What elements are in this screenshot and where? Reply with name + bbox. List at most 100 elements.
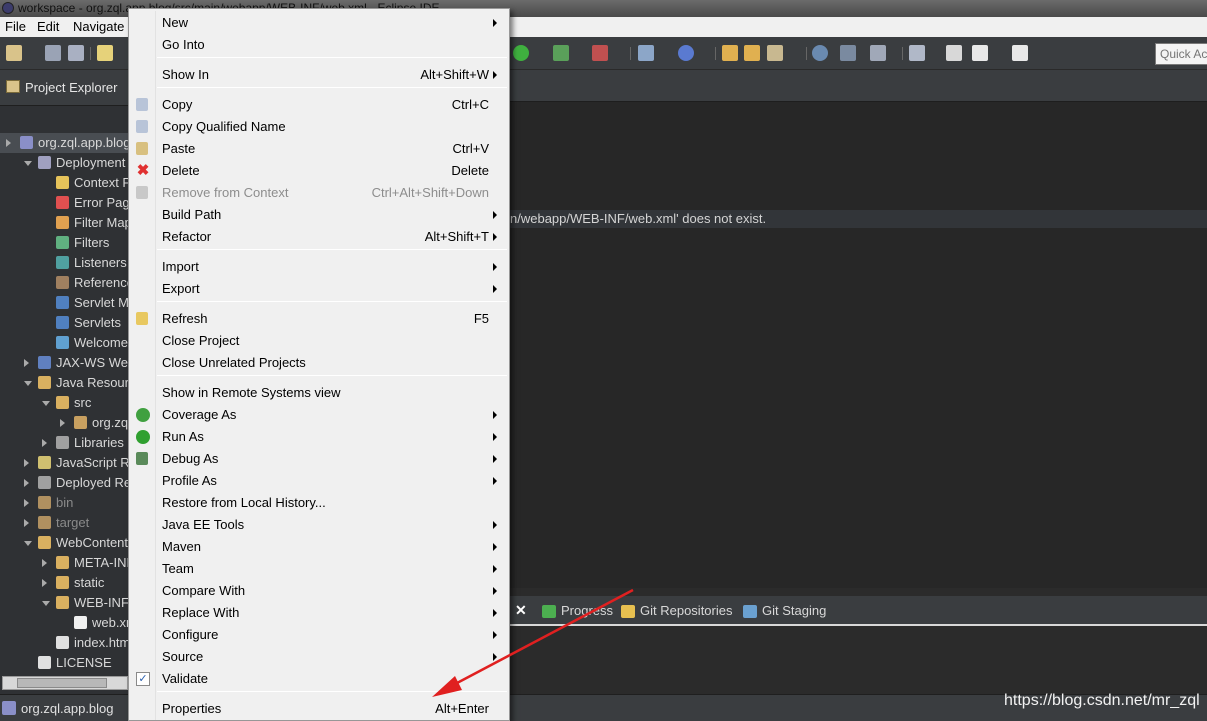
menu-item-label: Export — [162, 281, 200, 296]
expanded-arrow-icon[interactable] — [42, 401, 50, 406]
collapsed-arrow-icon[interactable] — [24, 479, 29, 487]
search-icon[interactable] — [840, 45, 856, 61]
expanded-arrow-icon[interactable] — [24, 541, 32, 546]
expanded-arrow-icon[interactable] — [24, 161, 32, 166]
collapsed-arrow-icon[interactable] — [42, 559, 47, 567]
new-icon[interactable] — [6, 45, 22, 61]
tree-item-meta-inf[interactable]: META-INF — [0, 553, 134, 573]
collapsed-arrow-icon[interactable] — [6, 139, 11, 147]
menu-item-close-unrelated-projects[interactable]: Close Unrelated Projects — [131, 352, 507, 374]
tree-item-filters[interactable]: Filters — [0, 233, 130, 253]
open-folder-icon[interactable] — [722, 45, 738, 61]
menu-item-go-into[interactable]: Go Into — [131, 34, 507, 56]
run-server-icon[interactable] — [553, 45, 569, 61]
tree-item-java-resources[interactable]: Java Resources — [0, 373, 149, 393]
tree-item-webcontent[interactable]: WebContent — [0, 533, 130, 553]
edit-icon[interactable] — [767, 45, 783, 61]
menu-item-show-in[interactable]: Show In Alt+Shift+W — [131, 64, 507, 86]
open-type-icon[interactable] — [97, 45, 113, 61]
menu-item-refresh[interactable]: Refresh F5 — [131, 308, 507, 330]
collapsed-arrow-icon[interactable] — [24, 459, 29, 467]
forward-icon[interactable] — [1012, 45, 1028, 61]
menu-item-restore-from-local-history[interactable]: Restore from Local History... — [131, 492, 507, 514]
tree-item-deployed-resources[interactable]: Deployed Resources — [0, 473, 177, 493]
menu-item-validate[interactable]: ✓ Validate — [131, 668, 507, 690]
tree-item-src[interactable]: src — [0, 393, 130, 413]
new-java-class-icon[interactable] — [678, 45, 694, 61]
menu-item-copy[interactable]: Copy Ctrl+C — [131, 94, 507, 116]
menu-item-new[interactable]: New — [131, 12, 507, 34]
expanded-arrow-icon[interactable] — [24, 381, 32, 386]
back-icon[interactable] — [946, 45, 962, 61]
web-browser-icon[interactable] — [812, 45, 828, 61]
tree-item-references[interactable]: References — [0, 273, 140, 293]
menu-item-debug-as[interactable]: Debug As — [131, 448, 507, 470]
tree-item-servlets[interactable]: Servlets — [0, 313, 130, 333]
back-history-icon[interactable] — [972, 45, 988, 61]
menu-item-configure[interactable]: Configure — [131, 624, 507, 646]
save-icon[interactable] — [45, 45, 61, 61]
stop-server-icon[interactable] — [592, 45, 608, 61]
tree-item-static[interactable]: static — [0, 573, 130, 593]
menu-item-properties[interactable]: Properties Alt+Enter — [131, 698, 507, 720]
menu-item-replace-with[interactable]: Replace With — [131, 602, 507, 624]
menu-item-refactor[interactable]: Refactor Alt+Shift+T — [131, 226, 507, 248]
tree-item-libraries[interactable]: Libraries — [0, 433, 130, 453]
menu-item-coverage-as[interactable]: Coverage As — [131, 404, 507, 426]
collapsed-arrow-icon[interactable] — [42, 579, 47, 587]
open-project-icon[interactable] — [744, 45, 760, 61]
tree-item-web-xml[interactable]: web.xml — [0, 613, 140, 633]
tree-item-project[interactable]: org.zql.app.blog — [0, 133, 131, 153]
tree-item-bin[interactable]: bin — [0, 493, 130, 513]
scrollbar-thumb[interactable] — [17, 678, 107, 688]
menu-item-import[interactable]: Import — [131, 256, 507, 278]
annotation-icon[interactable] — [870, 45, 886, 61]
menu-item-export[interactable]: Export — [131, 278, 507, 300]
menu-item-run-as[interactable]: Run As — [131, 426, 507, 448]
tree-item-error-pages[interactable]: Error Pages — [0, 193, 143, 213]
tree-item-jax-ws[interactable]: JAX-WS Web Services — [0, 353, 189, 373]
run-icon[interactable] — [513, 45, 529, 61]
menu-item-label: Coverage As — [162, 407, 237, 422]
menu-navigate[interactable]: Navigate — [69, 17, 128, 37]
tree-item-web-inf[interactable]: WEB-INF — [0, 593, 130, 613]
tree-item-listeners[interactable]: Listeners — [0, 253, 130, 273]
collapsed-arrow-icon[interactable] — [60, 419, 65, 427]
tree-item-license[interactable]: LICENSE — [0, 653, 130, 673]
quick-access-input[interactable] — [1155, 43, 1207, 65]
menu-item-profile-as[interactable]: Profile As — [131, 470, 507, 492]
tree-item-context-parameters[interactable]: Context Parameters — [0, 173, 190, 193]
menu-item-paste[interactable]: Paste Ctrl+V — [131, 138, 507, 160]
explorer-horizontal-scrollbar[interactable] — [2, 676, 128, 690]
save-all-icon[interactable] — [68, 45, 84, 61]
menu-item-copy-qualified-name[interactable]: Copy Qualified Name — [131, 116, 507, 138]
tree-item-package[interactable]: org.zql — [0, 413, 131, 433]
menu-edit[interactable]: Edit — [33, 17, 63, 37]
tree-item-filter-mappings[interactable]: Filter Mappings — [0, 213, 163, 233]
menu-item-close-project[interactable]: Close Project — [131, 330, 507, 352]
menu-item-build-path[interactable]: Build Path — [131, 204, 507, 226]
new-server-icon[interactable] — [638, 45, 654, 61]
tree-item-servlet-mappings[interactable]: Servlet Mappings — [0, 293, 174, 313]
menu-item-team[interactable]: Team — [131, 558, 507, 580]
menu-item-maven[interactable]: Maven — [131, 536, 507, 558]
tree-item-javascript-resources[interactable]: JavaScript Resources — [0, 453, 182, 473]
close-icon[interactable]: ✕ — [515, 602, 527, 619]
tree-item-deployment-descriptor[interactable]: Deployment Descriptor — [0, 153, 188, 173]
last-edit-icon[interactable] — [909, 45, 925, 61]
collapsed-arrow-icon[interactable] — [24, 519, 29, 527]
tree-item-index-html[interactable]: index.html — [0, 633, 133, 653]
menu-item-source[interactable]: Source — [131, 646, 507, 668]
menu-item-show-in-remote-systems-view[interactable]: Show in Remote Systems view — [131, 382, 507, 404]
collapsed-arrow-icon[interactable] — [24, 359, 29, 367]
paste-icon — [136, 142, 148, 155]
tree-item-welcome-pages[interactable]: Welcome Pages — [0, 333, 168, 353]
tree-item-target[interactable]: target — [0, 513, 130, 533]
collapsed-arrow-icon[interactable] — [42, 439, 47, 447]
menu-item-compare-with[interactable]: Compare With — [131, 580, 507, 602]
menu-file[interactable]: File — [1, 17, 30, 37]
expanded-arrow-icon[interactable] — [42, 601, 50, 606]
menu-item-java-ee-tools[interactable]: Java EE Tools — [131, 514, 507, 536]
collapsed-arrow-icon[interactable] — [24, 499, 29, 507]
menu-item-delete[interactable]: ✖ Delete Delete — [131, 160, 507, 182]
